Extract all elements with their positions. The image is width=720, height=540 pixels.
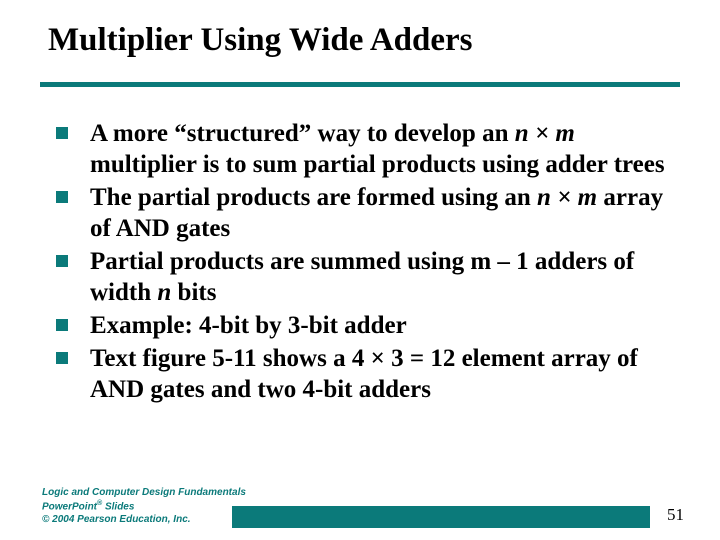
bullet-item: Text figure 5-11 shows a 4 × 3 = 12 elem… (56, 343, 676, 405)
footer-credit: Logic and Computer Design Fundamentals P… (42, 487, 246, 526)
footer-line2: PowerPoint® Slides (42, 500, 246, 514)
slide: Multiplier Using Wide Adders A more “str… (0, 0, 720, 540)
bullet-text: A more “structured” way to develop an (90, 120, 515, 147)
title-underline (40, 82, 680, 87)
bullet-item: The partial products are formed using an… (56, 182, 676, 244)
page-number: 51 (667, 505, 684, 525)
bullet-text: bits (171, 279, 216, 306)
footer-line2a: PowerPoint (42, 501, 97, 512)
bullet-item: Example: 4-bit by 3-bit adder (56, 310, 676, 341)
footer-bar (232, 506, 650, 528)
footer-line1: Logic and Computer Design Fundamentals (42, 487, 246, 500)
body-area: A more “structured” way to develop an n … (56, 118, 676, 407)
bullet-em: n × m (537, 184, 597, 211)
footer-line3: © 2004 Pearson Education, Inc. (42, 514, 246, 527)
bullet-text: multiplier is to sum partial products us… (90, 151, 665, 178)
slide-title: Multiplier Using Wide Adders (48, 22, 680, 60)
bullet-text: Text figure 5-11 shows a 4 × 3 = 12 elem… (90, 345, 638, 403)
footer-line2b: Slides (102, 501, 134, 512)
bullet-list: A more “structured” way to develop an n … (56, 118, 676, 405)
bullet-em: n (157, 279, 171, 306)
bullet-text: Example: 4-bit by 3-bit adder (90, 312, 407, 339)
bullet-item: A more “structured” way to develop an n … (56, 118, 676, 180)
bullet-em: n × m (515, 120, 575, 147)
bullet-item: Partial products are summed using m – 1 … (56, 246, 676, 308)
bullet-text: The partial products are formed using an (90, 184, 537, 211)
